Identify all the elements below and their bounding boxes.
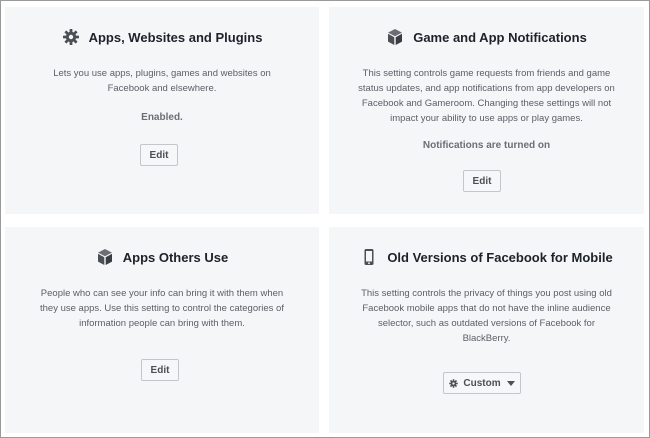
edit-button[interactable]: Edit	[140, 144, 178, 166]
card-apps-websites-plugins: Apps, Websites and Plugins Lets you use …	[5, 7, 319, 214]
mobile-phone-icon	[360, 248, 378, 266]
card-title: Game and App Notifications	[413, 29, 587, 45]
card-old-mobile-versions: Old Versions of Facebook for Mobile This…	[329, 227, 644, 433]
card-description: Lets you use apps, plugins, games and we…	[53, 68, 271, 94]
card-title: Apps, Websites and Plugins	[88, 29, 263, 45]
edit-button[interactable]: Edit	[141, 359, 179, 381]
card-header: Apps, Websites and Plugins	[5, 26, 319, 48]
app-settings-panel: Apps, Websites and Plugins Lets you use …	[0, 0, 650, 438]
cube-icon	[386, 28, 404, 46]
card-apps-others-use: Apps Others Use People who can see your …	[5, 227, 319, 433]
privacy-dropdown[interactable]: Custom	[443, 372, 521, 394]
card-game-app-notifications: Game and App Notifications This setting …	[329, 7, 644, 214]
card-description: People who can see your info can bring i…	[40, 288, 284, 329]
status-text: Enabled.	[141, 112, 183, 123]
gear-icon	[449, 378, 459, 388]
edit-button[interactable]: Edit	[463, 170, 501, 192]
cube-icon	[96, 248, 114, 266]
card-header: Apps Others Use	[5, 246, 319, 268]
dropdown-selected-value: Custom	[463, 377, 501, 389]
card-title: Old Versions of Facebook for Mobile	[387, 249, 613, 265]
card-description: This setting controls the privacy of thi…	[361, 288, 612, 344]
card-description: This setting controls game requests from…	[358, 68, 615, 124]
card-header: Game and App Notifications	[329, 26, 644, 48]
gear-icon	[62, 28, 80, 46]
card-header: Old Versions of Facebook for Mobile	[329, 246, 644, 268]
card-title: Apps Others Use	[122, 249, 229, 265]
chevron-down-icon	[506, 380, 515, 386]
status-text: Notifications are turned on	[422, 140, 551, 151]
